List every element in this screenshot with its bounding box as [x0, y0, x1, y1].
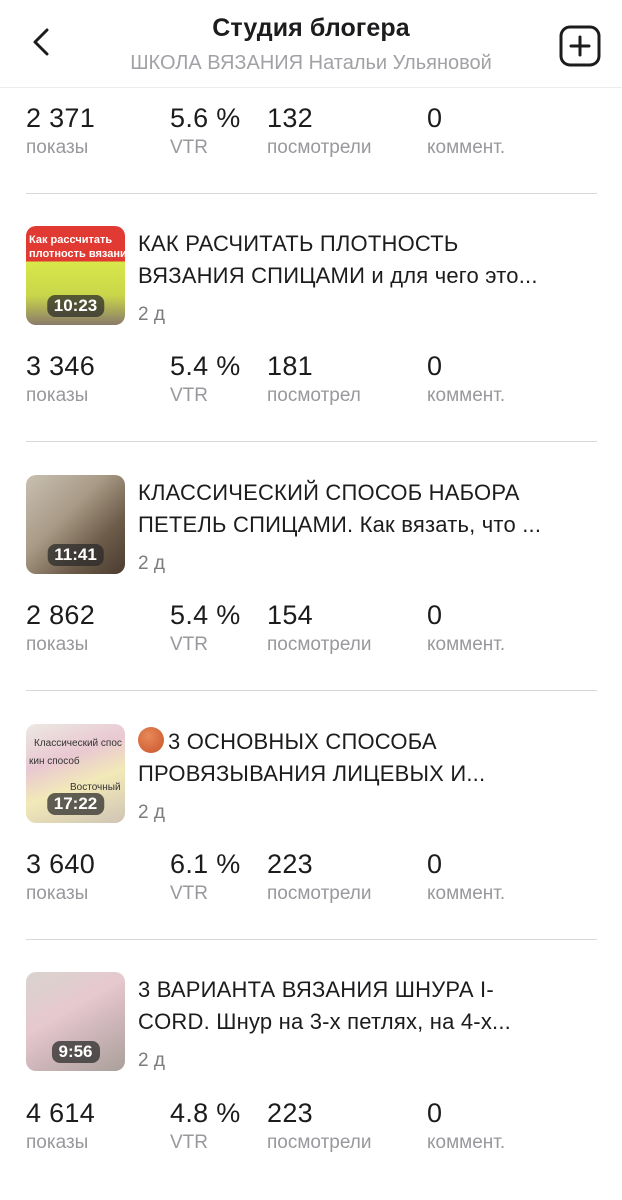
- watched-stat: 181 посмотрел: [267, 351, 361, 406]
- watched-stat: 154 посмотрели: [267, 600, 372, 655]
- divider: [26, 939, 597, 940]
- vtr-stat: 5.4 % VTR: [170, 600, 241, 655]
- divider: [26, 193, 597, 194]
- video-stats-row: 4 614 показы 4.8 % VTR 223 посмотрели 0 комм…: [0, 1097, 622, 1161]
- video-item[interactable]: Как рассчитать плотность вязания 10:23 К…: [0, 226, 622, 336]
- plus-square-icon: [559, 25, 601, 67]
- divider: [26, 441, 597, 442]
- vtr-stat: 5.6 % VTR: [170, 103, 241, 158]
- video-title: КЛАССИЧЕСКИЙ СПОСОБ НАБОРА ПЕТЕЛЬ СПИЦАМ…: [138, 480, 542, 537]
- views-stat: 2 862 показы: [26, 600, 96, 655]
- views-stat: 3 640 показы: [26, 849, 96, 904]
- top-bar: Студия блогера ШКОЛА ВЯЗАНИЯ Натальи Уль…: [0, 0, 622, 88]
- comments-stat: 0 коммент.: [427, 103, 506, 158]
- watched-stat: 223 посмотрели: [267, 1098, 372, 1153]
- watched-stat: 223 посмотрели: [267, 849, 372, 904]
- video-stats-row: 3 640 показы 6.1 % VTR 223 посмотрели 0 комм…: [0, 848, 622, 912]
- video-thumbnail: Как рассчитать плотность вязания 10:23: [26, 226, 125, 325]
- duration-badge: 17:22: [46, 793, 105, 815]
- add-video-button[interactable]: [558, 24, 602, 68]
- video-age: 2 д: [138, 802, 165, 823]
- video-thumbnail: 9:56: [26, 972, 125, 1071]
- yarn-ball-emoji: [138, 727, 164, 753]
- watched-stat: 132 посмотрели: [267, 103, 372, 158]
- comments-stat: 0 коммент.: [427, 849, 506, 904]
- divider: [26, 690, 597, 691]
- channel-name: ШКОЛА ВЯЗАНИЯ Натальи Ульяновой: [130, 52, 492, 74]
- comments-stat: 0 коммент.: [427, 600, 506, 655]
- duration-badge: 11:41: [47, 544, 104, 566]
- video-stats-row: 3 346 показы 5.4 % VTR 181 посмотрел 0 комме…: [0, 350, 622, 414]
- vtr-stat: 4.8 % VTR: [170, 1098, 241, 1153]
- video-title: КАК РАСЧИТАТЬ ПЛОТНОСТЬ ВЯЗАНИЯ СПИЦАМИ …: [138, 231, 538, 288]
- video-thumbnail: Классический спос кин способ Восточный 1…: [26, 724, 125, 823]
- video-stats-row: 2 371 показы 5.6 % VTR 132 посмотрели 0 комм…: [0, 102, 622, 166]
- video-age: 2 д: [138, 304, 165, 325]
- video-item[interactable]: 9:56 3 ВАРИАНТА ВЯЗАНИЯ ШНУРА I- CORD. Ш…: [0, 972, 622, 1082]
- video-age: 2 д: [138, 553, 165, 574]
- comments-stat: 0 коммент.: [427, 1098, 506, 1153]
- duration-badge: 10:23: [46, 295, 105, 317]
- video-title: 3 ВАРИАНТА ВЯЗАНИЯ ШНУРА I- CORD. Шнур н…: [138, 977, 511, 1034]
- vtr-stat: 5.4 % VTR: [170, 351, 241, 406]
- video-title: 3 ОСНОВНЫХ СПОСОБА ПРОВЯЗЫВАНИЯ ЛИЦЕВЫХ …: [138, 727, 486, 786]
- views-stat: 4 614 показы: [26, 1098, 96, 1153]
- views-stat: 2 371 показы: [26, 103, 96, 158]
- page-title: Студия блогера: [212, 14, 410, 42]
- vtr-stat: 6.1 % VTR: [170, 849, 241, 904]
- views-stat: 3 346 показы: [26, 351, 96, 406]
- video-age: 2 д: [138, 1050, 165, 1071]
- video-item[interactable]: Классический спос кин способ Восточный 1…: [0, 724, 622, 834]
- duration-badge: 9:56: [51, 1041, 100, 1063]
- comments-stat: 0 коммент.: [427, 351, 506, 406]
- video-stats-row: 2 862 показы 5.4 % VTR 154 посмотрели 0 комм…: [0, 599, 622, 663]
- video-thumbnail: 11:41: [26, 475, 125, 574]
- video-item[interactable]: 11:41 КЛАССИЧЕСКИЙ СПОСОБ НАБОРА ПЕТЕЛЬ …: [0, 475, 622, 585]
